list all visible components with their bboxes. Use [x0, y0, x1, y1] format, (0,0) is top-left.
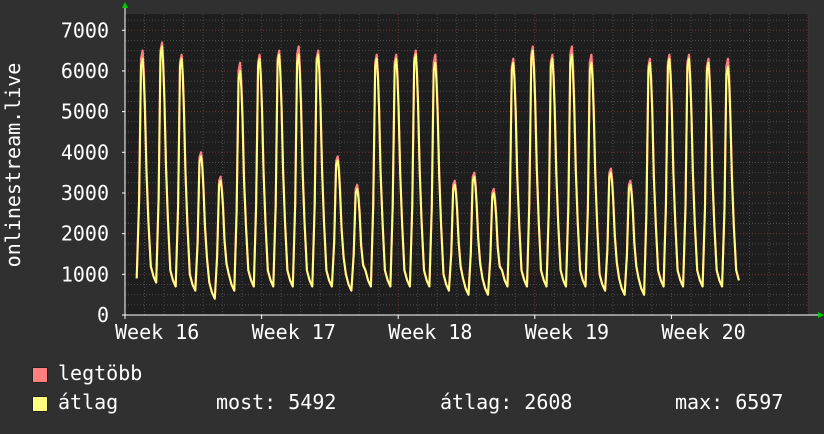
y-tick-label: 2000: [61, 222, 109, 246]
stat-max: max: 6597: [675, 390, 784, 414]
y-tick-label: 1000: [61, 262, 109, 286]
chart-container: 0 1000 2000 3000 4000 5000 6000 7000 Week 16 Wee…: [0, 0, 824, 430]
stat-now: most: 5492: [216, 390, 337, 414]
x-tick-labels: Week 16 Week 17 Week 18 Week 19 Week 20: [115, 315, 746, 344]
legend-max-label: legtöbb: [58, 361, 143, 385]
x-tick-label: Week 19: [525, 320, 609, 344]
y-axis-arrow: [122, 2, 128, 8]
legend-max-swatch: [32, 367, 48, 383]
y-tick-labels: 0 1000 2000 3000 4000 5000 6000 7000: [61, 18, 125, 327]
y-tick-label: 0: [97, 303, 109, 327]
x-tick-label: Week 18: [388, 320, 472, 344]
x-tick-label: Week 17: [252, 320, 336, 344]
x-axis-arrow: [818, 312, 824, 318]
y-tick-label: 3000: [61, 181, 109, 205]
y-tick-label: 7000: [61, 18, 109, 42]
legend-avg-label: átlag: [58, 390, 119, 414]
stat-avg: átlag: 2608: [440, 390, 573, 414]
y-tick-label: 5000: [61, 100, 109, 124]
legend-avg-swatch: [32, 396, 48, 412]
x-tick-label: Week 20: [661, 320, 745, 344]
y-axis-label: onlinestream.live: [1, 63, 25, 268]
x-tick-label: Week 16: [115, 320, 199, 344]
y-tick-label: 4000: [61, 140, 109, 164]
y-tick-label: 6000: [61, 59, 109, 83]
